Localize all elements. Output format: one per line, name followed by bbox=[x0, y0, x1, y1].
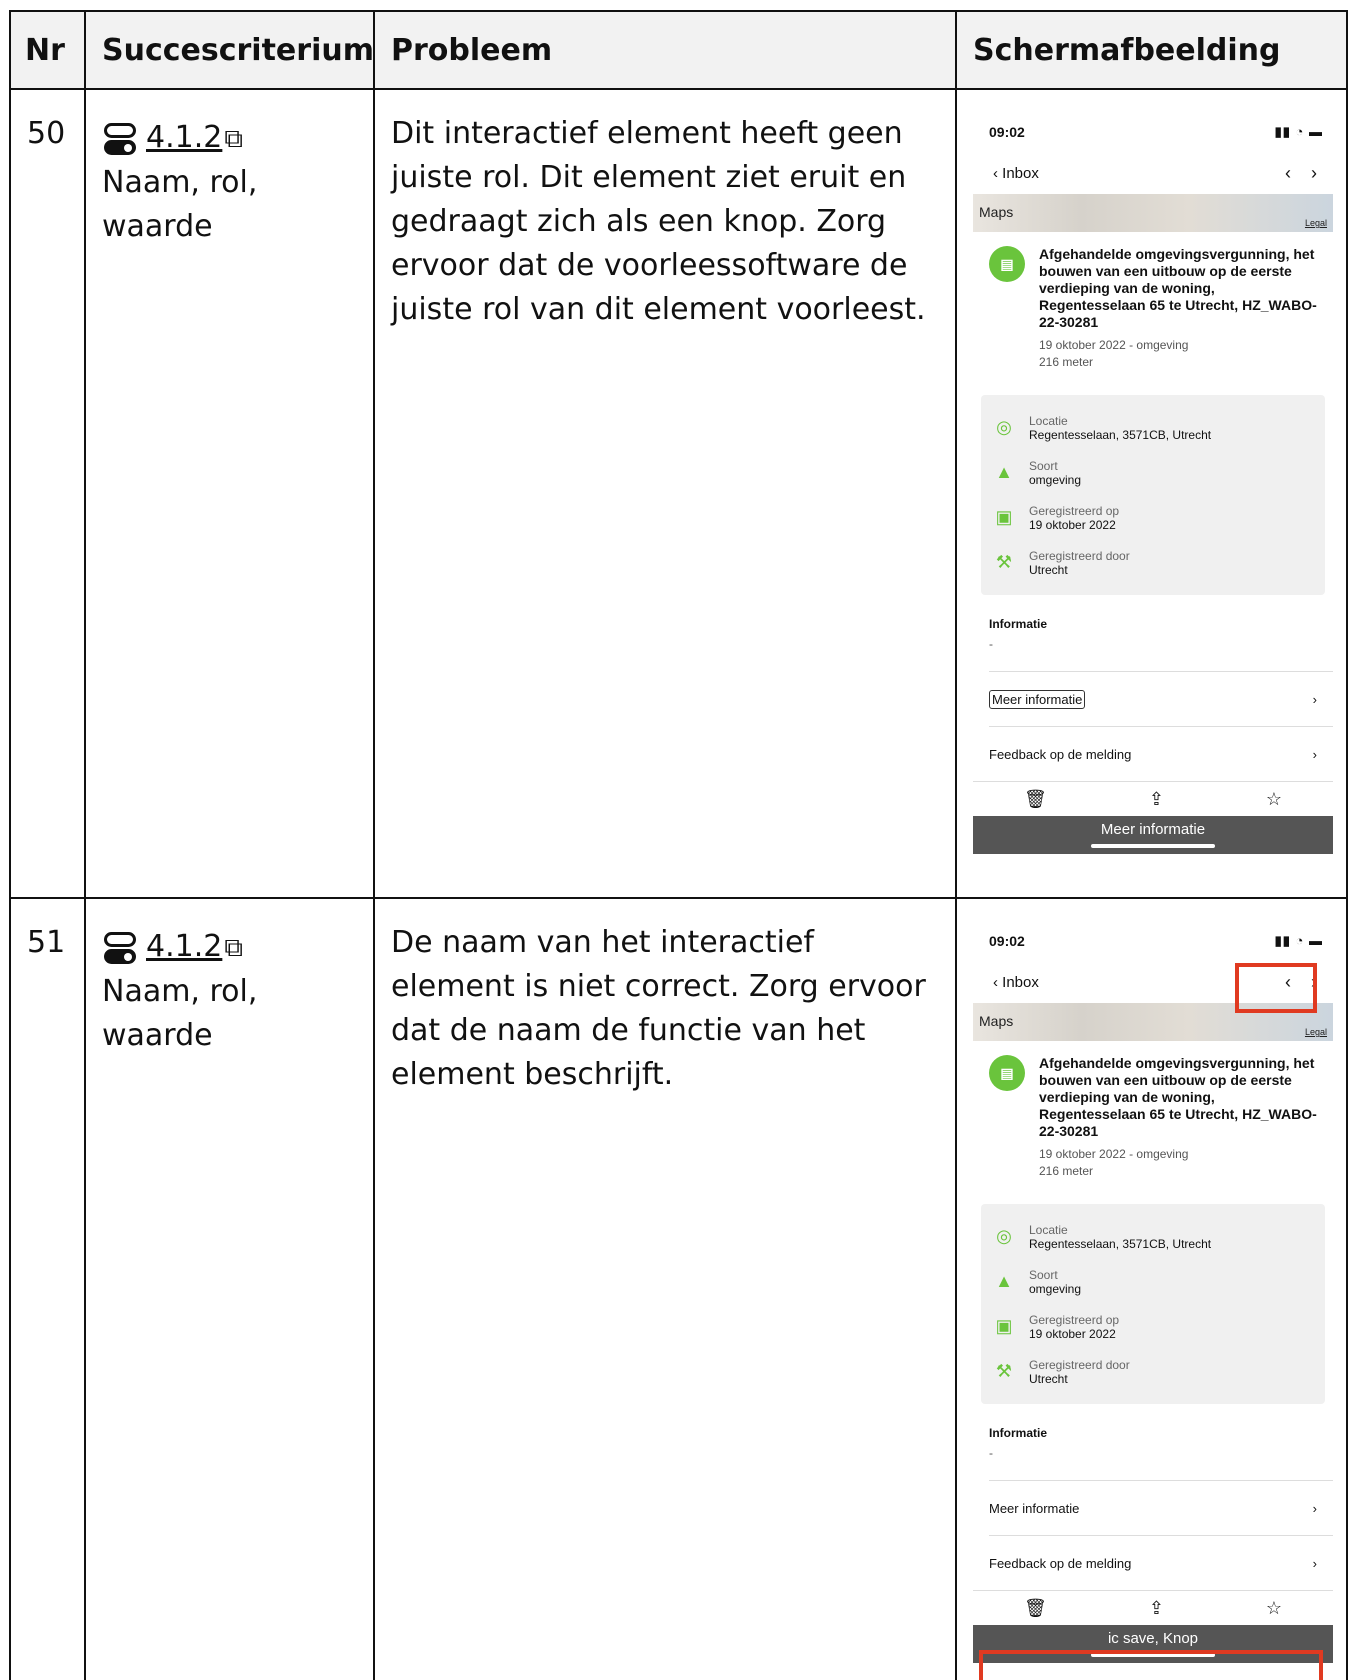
criterium-link[interactable]: 4.1.2⧉ bbox=[146, 925, 243, 970]
row-probleem: De naam van het interactief element is n… bbox=[373, 897, 956, 1680]
toggle-icon bbox=[102, 122, 138, 156]
item-title: Afgehandelde omgevingsvergunning, het bo… bbox=[1039, 1055, 1317, 1139]
signal-icon: ▮▮ ◔ ▬ bbox=[1274, 124, 1323, 139]
legal-link[interactable]: Legal bbox=[1305, 1027, 1327, 1037]
share-icon[interactable]: ⇪ bbox=[1149, 789, 1164, 810]
info-value: - bbox=[989, 1446, 993, 1460]
calendar-icon: ▣ bbox=[995, 1316, 1013, 1336]
status-bar: 09:02 ▮▮ ◔ ▬ bbox=[989, 933, 1323, 949]
nav-bar: ‹ Inbox ‹ › bbox=[973, 152, 1333, 194]
calendar-icon: ▣ bbox=[995, 507, 1013, 527]
row-criterium: 4.1.2⧉ Naam, rol, waarde bbox=[84, 88, 374, 898]
next-icon[interactable]: › bbox=[1311, 163, 1317, 184]
row-screenshot: 09:02 ▮▮ ◔ ▬ ‹ Inbox ‹ › Maps Legal ▤ Afgeh… bbox=[955, 88, 1348, 898]
back-button[interactable]: ‹ Inbox bbox=[993, 974, 1039, 991]
probleem-text: Dit interactief element heeft geen juist… bbox=[391, 116, 926, 327]
criterium-name: Naam, rol, waarde bbox=[102, 974, 258, 1053]
probleem-text: De naam van het interactief element is n… bbox=[391, 925, 926, 1092]
header-succescriterium: Succescriterium bbox=[84, 10, 374, 89]
toggle-icon bbox=[102, 931, 138, 965]
findings-table: Nr Succescriterium Probleem Schermafbeel… bbox=[9, 10, 1348, 1680]
header-probleem: Probleem bbox=[373, 10, 956, 89]
voiceover-caption: Meer informatie bbox=[973, 816, 1333, 854]
highlight-toolbar bbox=[979, 1650, 1323, 1680]
star-icon[interactable]: ☆ bbox=[1266, 789, 1282, 810]
chevron-right-icon: › bbox=[1312, 691, 1317, 707]
external-link-icon: ⧉ bbox=[224, 124, 243, 154]
row-criterium: 4.1.2⧉ Naam, rol, waarde bbox=[84, 897, 374, 1680]
trash-icon[interactable]: 🗑 bbox=[1024, 1598, 1047, 1619]
gavel-icon: ⚒ bbox=[995, 1361, 1013, 1381]
back-button[interactable]: ‹ Inbox bbox=[993, 165, 1039, 182]
header-schermafbeelding: Schermafbeelding bbox=[955, 10, 1348, 89]
row-probleem: Dit interactief element heeft geen juist… bbox=[373, 88, 956, 898]
phone-screenshot: 09:02 ▮▮ ◔ ▬ ‹ Inbox ‹ › Maps Legal ▤ Afgeh… bbox=[973, 112, 1333, 854]
toolbar: 🗑 ⇪ ☆ bbox=[973, 781, 1333, 816]
gavel-icon: ⚒ bbox=[995, 552, 1013, 572]
header-nr: Nr bbox=[9, 10, 85, 89]
chevron-right-icon: › bbox=[1312, 746, 1317, 762]
star-icon[interactable]: ☆ bbox=[1266, 1598, 1282, 1619]
row-number: 50 bbox=[27, 116, 66, 151]
status-bar: 09:02 ▮▮ ◔ ▬ bbox=[989, 124, 1323, 140]
shapes-icon: ▲ bbox=[995, 462, 1013, 482]
feedback-row[interactable]: Feedback op de melding › bbox=[989, 1535, 1333, 1590]
details-card: ◎ Locatie Regentesselaan, 3571CB, Utrecht … bbox=[981, 1204, 1325, 1404]
prev-icon[interactable]: ‹ bbox=[1285, 163, 1291, 184]
item-title: Afgehandelde omgevingsvergunning, het bo… bbox=[1039, 246, 1317, 330]
toolbar: 🗑 ⇪ ☆ bbox=[973, 1590, 1333, 1625]
target-icon: ◎ bbox=[996, 417, 1012, 437]
external-link-icon: ⧉ bbox=[224, 933, 243, 963]
info-heading: Informatie bbox=[989, 1426, 1048, 1440]
target-icon: ◎ bbox=[996, 1226, 1012, 1246]
building-icon: ▤ bbox=[989, 246, 1025, 282]
details-card: ◎ Locatie Regentesselaan, 3571CB, Utrecht … bbox=[981, 395, 1325, 595]
signal-icon: ▮▮ ◔ ▬ bbox=[1274, 933, 1323, 948]
meer-informatie-row[interactable]: Meer informatie › bbox=[989, 671, 1333, 726]
map[interactable]: Maps Legal bbox=[973, 194, 1333, 232]
row-screenshot: 09:02 ▮▮ ◔ ▬ ‹ Inbox ‹ › Maps Legal ▤ Afgeh… bbox=[955, 897, 1348, 1680]
meer-informatie-row[interactable]: Meer informatie › bbox=[989, 1480, 1333, 1535]
feedback-row[interactable]: Feedback op de melding › bbox=[989, 726, 1333, 781]
row-nr: 51 bbox=[9, 897, 85, 1680]
chevron-right-icon: › bbox=[1312, 1555, 1317, 1571]
criterium-name: Naam, rol, waarde bbox=[102, 165, 258, 244]
info-value: - bbox=[989, 637, 993, 651]
share-icon[interactable]: ⇪ bbox=[1149, 1598, 1164, 1619]
chevron-right-icon: › bbox=[1312, 1500, 1317, 1516]
shapes-icon: ▲ bbox=[995, 1271, 1013, 1291]
highlight-nav-arrows bbox=[1235, 963, 1317, 1013]
legal-link[interactable]: Legal bbox=[1305, 218, 1327, 228]
trash-icon[interactable]: 🗑 bbox=[1024, 789, 1047, 810]
criterium-link[interactable]: 4.1.2⧉ bbox=[146, 116, 243, 161]
phone-screenshot: 09:02 ▮▮ ◔ ▬ ‹ Inbox ‹ › Maps Legal ▤ Afgeh… bbox=[973, 921, 1333, 1680]
building-icon: ▤ bbox=[989, 1055, 1025, 1091]
row-number: 51 bbox=[27, 925, 66, 960]
info-heading: Informatie bbox=[989, 617, 1048, 631]
row-nr: 50 bbox=[9, 88, 85, 898]
